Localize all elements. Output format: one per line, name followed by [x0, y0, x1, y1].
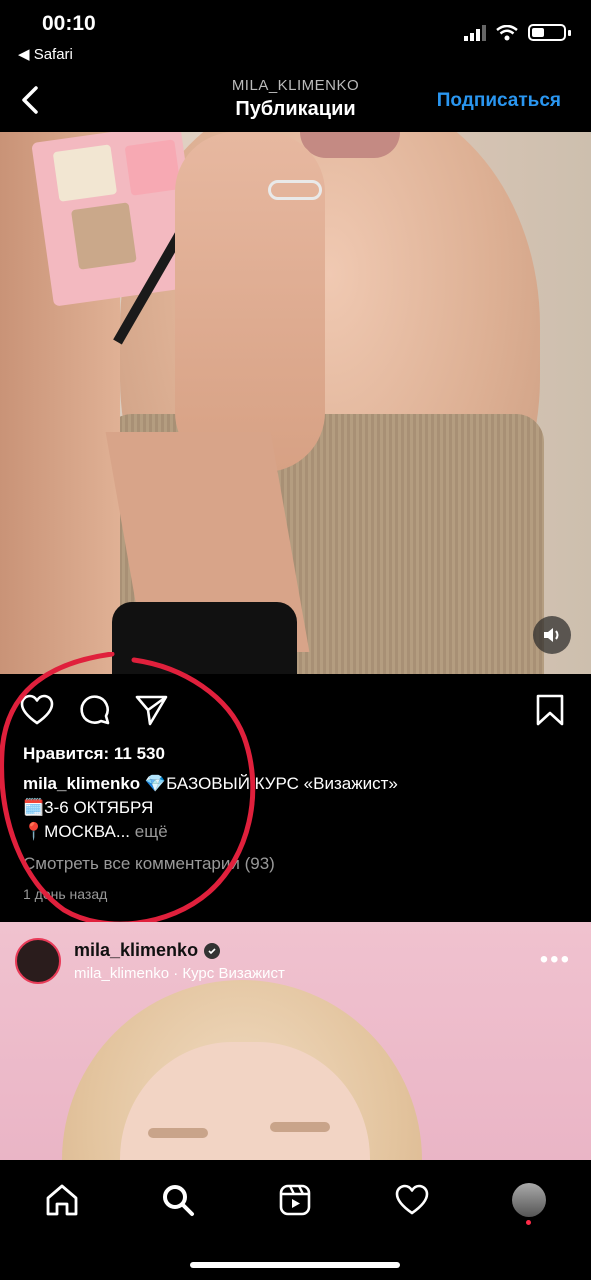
next-post: mila_klimenko mila_klimenko · Курс Визаж…: [0, 922, 591, 1162]
post2-image-brow-left: [148, 1128, 208, 1138]
battery-cap: [568, 29, 571, 36]
reels-icon: [279, 1184, 311, 1216]
heart-icon: [395, 1184, 429, 1215]
signal-icon: [464, 24, 486, 41]
tab-profile[interactable]: [509, 1180, 549, 1220]
profile-avatar: [512, 1183, 546, 1217]
status-bar: 00:10 ◀ Safari: [0, 0, 591, 70]
post2-user[interactable]: mila_klimenko: [74, 940, 221, 961]
tab-activity[interactable]: [392, 1180, 432, 1220]
verified-badge-icon: [204, 942, 221, 959]
battery-icon: [528, 24, 566, 41]
tab-home[interactable]: [42, 1180, 82, 1220]
back-to-safari-link[interactable]: ◀ Safari: [18, 45, 73, 63]
home-indicator[interactable]: [190, 1262, 400, 1268]
home-icon: [46, 1184, 78, 1216]
notification-dot: [526, 1220, 531, 1225]
search-icon: [163, 1185, 194, 1216]
status-time: 00:10: [42, 12, 96, 35]
speaker-icon: [544, 628, 559, 642]
tab-search[interactable]: [158, 1180, 198, 1220]
video-lips: [300, 132, 400, 158]
save-bookmark-icon[interactable]: [535, 694, 565, 726]
post-actions: Нравится: 11 530 mila_klimenko 💎БАЗОВЫЙ …: [0, 652, 591, 927]
annotation-circle: [0, 652, 256, 927]
top-nav: MILA_KLIMENKO Публикации Подписаться: [0, 70, 591, 132]
post2-subtitle[interactable]: mila_klimenko · Курс Визажист: [74, 965, 285, 982]
follow-button[interactable]: Подписаться: [437, 90, 561, 112]
post2-image-brow-right: [270, 1122, 330, 1132]
sound-toggle-button[interactable]: [533, 616, 571, 654]
video-ring: [268, 180, 322, 200]
post2-username[interactable]: mila_klimenko: [74, 940, 198, 961]
wifi-icon: [496, 24, 518, 40]
avatar[interactable]: [15, 938, 61, 984]
status-icons: [464, 24, 571, 41]
more-options-icon[interactable]: •••: [540, 946, 571, 974]
post-video[interactable]: [0, 132, 591, 674]
tab-reels[interactable]: [275, 1180, 315, 1220]
